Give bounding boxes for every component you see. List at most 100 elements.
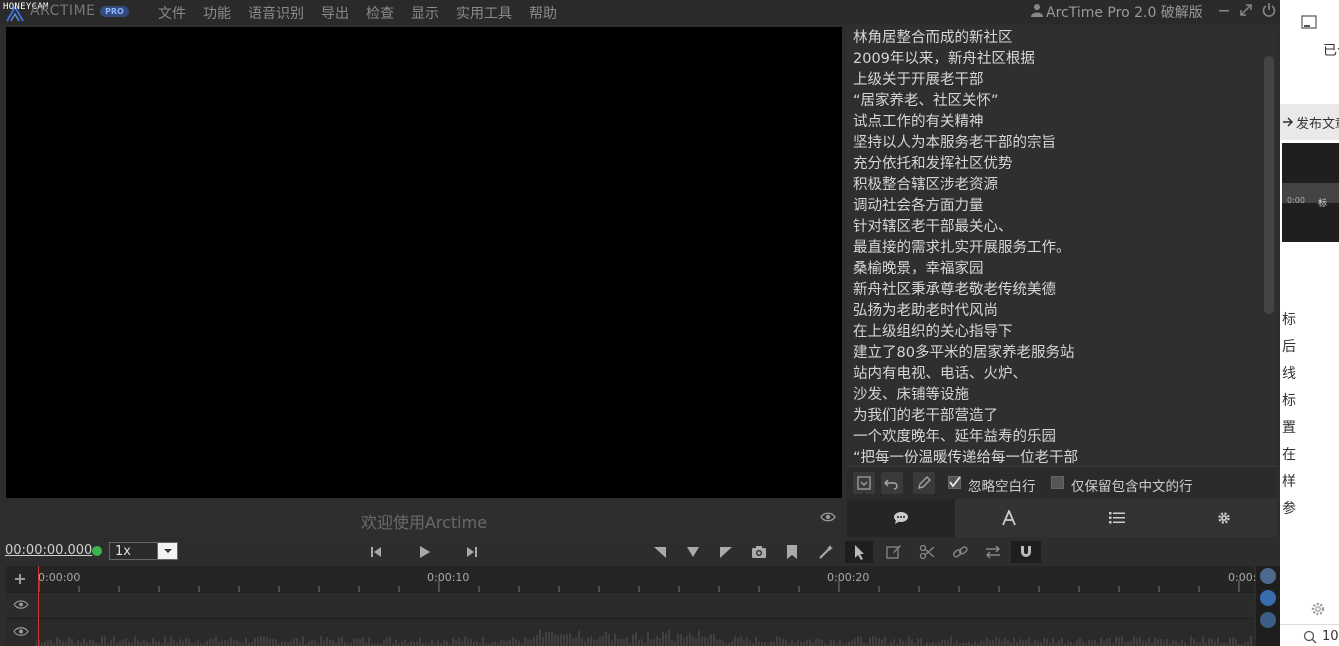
subtitle-line[interactable]: 调动社会各方面力量 [853,194,984,215]
menu-view[interactable]: 显示 [411,3,439,23]
subtitle-line[interactable]: 2009年以来，新舟社区根据 [853,47,1035,68]
magnet-snap-button[interactable] [1011,541,1041,563]
subtitle-line[interactable]: 新舟社区秉承尊老敬老传统美德 [853,278,1056,299]
chat-bubble-icon [894,512,908,524]
subtitle-line[interactable]: 在上级组织的关心指导下 [853,320,1013,341]
play-icon[interactable] [415,543,433,561]
scissors-icon[interactable] [918,543,936,561]
ignore-blank-checkbox[interactable] [948,476,961,489]
edit-subtitle-icon[interactable] [885,543,903,561]
track-visibility-eye-icon[interactable] [6,619,36,646]
cursor-arrow-icon [855,545,864,560]
eye-icon[interactable] [820,511,836,523]
subtitle-line[interactable]: 坚持以人为本服务老干部的宗旨 [853,131,1056,152]
zoom-knob[interactable] [1260,590,1276,606]
subtitle-line[interactable]: 最直接的需求扎实开展服务工作。 [853,236,1071,257]
edit-button[interactable] [913,472,935,494]
title-bar: HONEYCAM ARCTIME PRO 文件 功能 语音识别 导出 检查 显示… [0,0,1280,24]
subtitle-line[interactable]: 充分依托和发挥社区优势 [853,152,1013,173]
settings-gear-icon[interactable] [1310,601,1326,617]
playback-speed-select[interactable]: 1x [109,542,178,560]
tab-subtitles[interactable] [847,499,955,537]
subtitle-line[interactable]: 针对辖区老干部最关心、 [853,215,1013,236]
keep-chinese-checkbox[interactable] [1051,476,1064,489]
undo-button[interactable] [881,472,903,494]
subtitle-line[interactable]: 积极整合辖区涉老资源 [853,173,998,194]
side-text-line: 线 [1282,366,1296,382]
subtitle-line[interactable]: 上级关于开展老干部 [853,68,984,89]
publish-article-label: 发布文章 [1296,117,1339,132]
list-icon [1109,512,1125,524]
side-text-line: 标 [1282,393,1296,409]
playback-bar: 00:00:00.000 1x [0,538,1280,566]
bookmark-icon[interactable] [783,543,801,561]
subtitle-text-panel[interactable]: 林角居整合而成的新社区 2009年以来，新舟社区根据 上级关于开展老干部 “居家… [847,26,1277,466]
skip-previous-icon[interactable] [367,543,385,561]
dropdown-button[interactable] [157,543,177,559]
gear-icon [1218,512,1230,524]
camera-icon[interactable] [750,543,768,561]
playhead[interactable] [38,566,39,646]
zoom-level: 100 [1322,629,1339,644]
audio-waveform-track[interactable] [6,618,1254,646]
subtitle-line[interactable]: 建立了80多平米的居家养老服务站 [853,341,1074,362]
track-visibility-eye-icon[interactable] [6,593,36,618]
subtitle-line[interactable]: 站内有电视、电话、火炉、 [853,362,1027,383]
menu-export[interactable]: 导出 [321,3,349,23]
video-preview[interactable] [6,27,842,498]
user-icon[interactable] [1031,3,1043,17]
subtitle-track[interactable] [6,592,1254,618]
thumbnail-time: 0:00 [1287,196,1305,205]
window-icon[interactable] [1301,15,1317,29]
skip-next-icon[interactable] [463,543,481,561]
pro-badge: PRO [100,6,129,17]
publish-bar[interactable]: 发布文章 [1280,104,1339,140]
audio-waveform [36,629,1252,646]
menu-file[interactable]: 文件 [158,3,186,23]
menu-speech-recognition[interactable]: 语音识别 [248,3,304,23]
current-timecode[interactable]: 00:00:00.000 [5,543,92,558]
arctime-window: HONEYCAM ARCTIME PRO 文件 功能 语音识别 导出 检查 显示… [0,0,1280,646]
panel-tabs [847,499,1277,537]
subtitle-line[interactable]: 弘扬为老助老时代风尚 [853,299,998,320]
drop-marker-icon[interactable] [684,543,702,561]
zoom-knob[interactable] [1260,568,1276,584]
chevron-down-icon [164,549,172,553]
subtitle-line[interactable]: 为我们的老干部营造了 [853,404,998,425]
subtitle-line[interactable]: 沙发、床铺等设施 [853,383,969,404]
subtitle-line[interactable]: 试点工作的有关精神 [853,110,984,131]
power-icon[interactable] [1261,2,1277,18]
arctime-thumbnail: 0:00 标 [1282,143,1339,242]
subtitle-scrollbar[interactable] [1264,56,1274,314]
menu-tools[interactable]: 实用工具 [456,3,512,23]
subtitle-line[interactable]: “居家养老、社区关怀” [853,89,999,110]
playback-speed-value: 1x [115,544,131,559]
subtitle-toolbar: 忽略空白行 仅保留包含中文的行 [847,466,1277,498]
tab-font-style[interactable] [955,499,1063,537]
search-icon[interactable] [1303,630,1317,644]
subtitle-line[interactable]: “把每一份温暖传递给每一位老干部 [853,446,1078,466]
set-out-point-icon[interactable] [717,543,735,561]
tab-settings[interactable] [1171,499,1279,537]
menu-help[interactable]: 帮助 [529,3,557,23]
collapse-button[interactable] [853,472,875,494]
menu-bar: 文件 功能 语音识别 导出 检查 显示 实用工具 帮助 [158,3,574,23]
select-tool-button[interactable] [845,541,873,563]
subtitle-line[interactable]: 一个欢度晚年、延年益寿的乐园 [853,425,1056,446]
keep-chinese-label[interactable]: 仅保留包含中文的行 [1071,475,1193,495]
zoom-knob[interactable] [1260,612,1276,628]
timeline-ruler[interactable]: 0:00:00 0:00:10 0:00:20 0:00: [6,566,1256,592]
menu-features[interactable]: 功能 [203,3,231,23]
subtitle-line[interactable]: 桑榆晚景，幸福家园 [853,257,984,278]
subtitle-line[interactable]: 林角居整合而成的新社区 [853,26,1013,47]
ignore-blank-label[interactable]: 忽略空白行 [968,475,1036,495]
link-icon[interactable] [951,543,969,561]
set-in-point-icon[interactable] [651,543,669,561]
side-text-line: 样 [1282,474,1296,490]
menu-check[interactable]: 检查 [366,3,394,23]
minimize-icon[interactable] [1216,2,1232,18]
fullscreen-icon[interactable] [1238,2,1254,18]
tab-list[interactable] [1063,499,1171,537]
magic-wand-icon[interactable] [817,543,835,561]
swap-icon[interactable] [984,543,1002,561]
